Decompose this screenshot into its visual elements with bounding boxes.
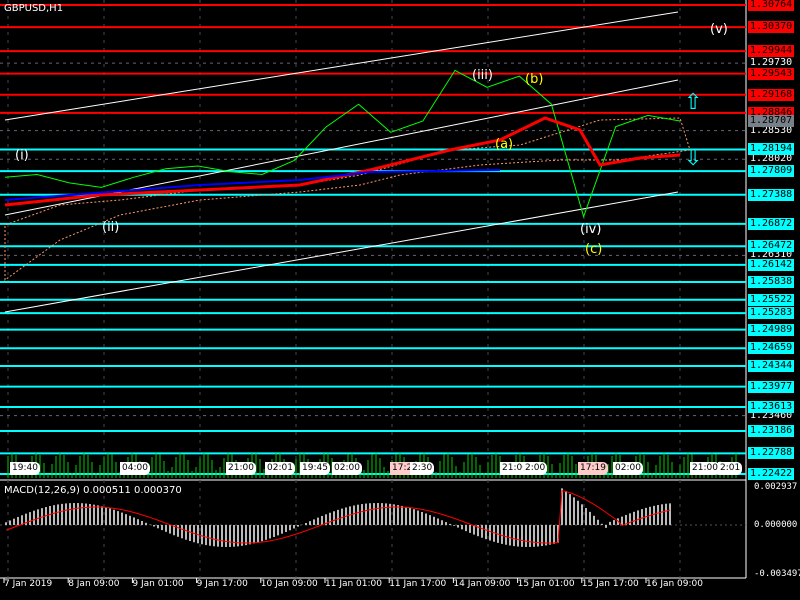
elliott-wave-label: (b) <box>525 72 544 87</box>
support-label: 1.23613 <box>748 401 795 414</box>
volume-time-tag: 2:00 <box>523 462 548 475</box>
resistance-label: 1.30764 <box>748 0 795 11</box>
macd-tick: 0.002937 <box>754 482 798 492</box>
price-chart[interactable] <box>0 0 800 600</box>
time-label: 11 Jan 01:00 <box>325 579 382 589</box>
volume-time-tag: 17:19 <box>578 462 608 475</box>
volume-time-tag: 21:00 <box>226 462 256 475</box>
time-label: 9 Jan 01:00 <box>132 579 184 589</box>
elliott-wave-label: (v) <box>710 22 728 37</box>
time-label: 7 Jan 2019 <box>4 579 53 589</box>
support-label: 1.26872 <box>748 217 795 230</box>
resistance-label: 1.29543 <box>748 67 795 80</box>
support-label: 1.27809 <box>748 165 795 178</box>
volume-time-tag: 2:01 <box>718 462 743 475</box>
support-label: 1.25283 <box>748 307 795 320</box>
current-price-label: 1.28707 <box>748 114 795 127</box>
volume-time-tag: 21:00 <box>690 462 720 475</box>
elliott-wave-label: (c) <box>585 242 603 257</box>
support-label: 1.24344 <box>748 359 795 372</box>
support-label: 1.25522 <box>748 293 795 306</box>
support-label: 1.22422 <box>748 468 795 480</box>
elliott-wave-label: (a) <box>495 137 514 152</box>
support-label: 1.26142 <box>748 258 795 271</box>
support-label: 1.25838 <box>748 275 795 288</box>
support-label: 1.23186 <box>748 425 795 438</box>
volume-time-tag: 2:30 <box>410 462 435 475</box>
time-label: 14 Jan 09:00 <box>453 579 511 589</box>
support-label: 1.26472 <box>748 240 795 253</box>
macd-label: MACD(12,26,9) 0.000511 0.000370 <box>4 485 182 496</box>
resistance-label: 1.29168 <box>748 88 795 101</box>
channel-line-upper <box>4 11 679 121</box>
support-label: 1.27388 <box>748 188 795 201</box>
chart-window[interactable]: GBPUSD,H1 MACD(12,26,9) 0.000511 0.00037… <box>0 0 800 600</box>
support-label: 1.28194 <box>748 143 795 156</box>
time-label: 15 Jan 01:00 <box>517 579 575 589</box>
time-label: 15 Jan 17:00 <box>581 579 639 589</box>
arrow-up-icon: ⇧ <box>684 90 703 115</box>
volume-time-tag: 02:00 <box>332 462 362 475</box>
support-label: 1.23977 <box>748 380 795 393</box>
arrow-down-icon: ⇩ <box>684 146 703 171</box>
elliott-wave-label: (i) <box>15 148 29 163</box>
volume-time-tag: 02:00 <box>613 462 643 475</box>
time-label: 8 Jan 09:00 <box>68 579 120 589</box>
symbol-label: GBPUSD,H1 <box>4 3 64 14</box>
time-label: 10 Jan 09:00 <box>260 579 318 589</box>
macd-tick: -0.003497 <box>754 569 800 579</box>
macd-tick: 0.000000 <box>754 520 798 530</box>
time-label: 11 Jan 17:00 <box>389 579 447 589</box>
volume-time-tag: 02:01 <box>265 462 295 475</box>
resistance-label: 1.30370 <box>748 21 795 34</box>
time-label: 9 Jan 17:00 <box>196 579 248 589</box>
resistance-label: 1.29944 <box>748 45 795 58</box>
elliott-wave-label: (iv) <box>580 222 602 237</box>
elliott-wave-label: (ii) <box>102 220 120 235</box>
channel-line-lower <box>4 191 679 313</box>
volume-time-tag: 04:00 <box>120 462 150 475</box>
elliott-wave-label: (iii) <box>472 68 493 83</box>
support-label: 1.24659 <box>748 342 795 355</box>
support-label: 1.22788 <box>748 447 795 460</box>
time-label: 16 Jan 09:00 <box>646 579 703 589</box>
volume-time-tag: 19:40 <box>10 462 40 475</box>
support-label: 1.24989 <box>748 323 795 336</box>
volume-time-tag: 19:45 <box>300 462 330 475</box>
